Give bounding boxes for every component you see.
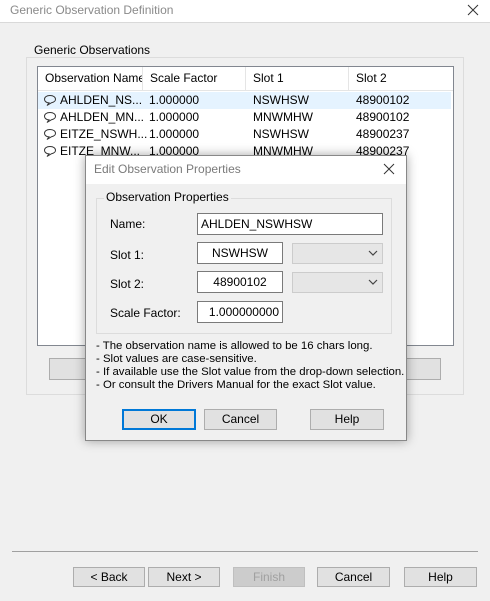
close-icon [467,4,479,16]
scale-factor-input[interactable]: 1.000000000 [197,301,283,323]
dialog-title: Edit Observation Properties [94,162,241,176]
cell-name: AHLDEN_NS... [60,93,143,107]
observation-icon [43,94,57,106]
back-button[interactable]: < Back [73,567,145,587]
dialog-cancel-button[interactable]: Cancel [204,409,277,430]
column-header-slot-1[interactable]: Slot 1 [246,67,349,90]
cell-slot1: NSWHSW [253,127,309,141]
footer-divider [12,551,478,552]
scale-factor-label: Scale Factor: [110,306,181,320]
slot1-input[interactable]: NSWHSW [197,242,283,264]
name-input[interactable]: AHLDEN_NSWHSW [197,213,383,235]
list-item[interactable]: EITZE_NSWH... 1.000000 NSWHSW 48900237 [38,126,451,143]
finish-button[interactable]: Finish [233,567,305,587]
properties-group-caption: Observation Properties [104,190,231,204]
slot2-dropdown[interactable] [292,272,383,293]
cancel-button[interactable]: Cancel [317,567,390,587]
list-header: Observation Name Scale Factor Slot 1 Slo… [38,67,453,91]
note-line: - The observation name is allowed to be … [96,340,373,352]
cell-slot2: 48900102 [356,110,410,124]
slot2-input[interactable]: 48900102 [197,271,283,293]
column-header-scale-factor[interactable]: Scale Factor [143,67,246,90]
observation-icon [43,128,57,140]
column-header-slot-2[interactable]: Slot 2 [349,67,453,90]
cell-slot2: 48900102 [356,93,410,107]
note-line: - Slot values are case-sensitive. [96,353,257,365]
observation-icon [43,111,57,123]
chevron-down-icon [368,279,378,285]
cell-slot1: MNWMHW [253,110,313,124]
help-button[interactable]: Help [404,567,477,587]
slot1-dropdown[interactable] [292,243,383,264]
cell-slot1: NSWHSW [253,93,309,107]
name-label: Name: [110,217,146,231]
column-header-observation-name[interactable]: Observation Name [38,67,143,90]
window-title: Generic Observation Definition [10,3,174,17]
list-item[interactable]: AHLDEN_MN... 1.000000 MNWMHW 48900102 [38,109,451,126]
cell-scale: 1.000000 [149,93,200,107]
window-close-button[interactable] [463,1,483,19]
dialog-help-button[interactable]: Help [310,409,384,430]
observation-icon [43,145,57,157]
slot2-label: Slot 2: [110,277,145,291]
close-icon [383,163,395,175]
next-button[interactable]: Next > [148,567,220,587]
chevron-down-icon [368,250,378,256]
list-item[interactable]: AHLDEN_NS... 1.000000 NSWHSW 48900102 [38,92,451,109]
cell-name: AHLDEN_MN... [60,110,145,124]
cell-scale: 1.000000 [149,127,200,141]
dialog-close-button[interactable] [379,160,399,178]
slot1-label: Slot 1: [110,248,145,262]
note-line: - Or consult the Drivers Manual for the … [96,379,376,391]
cell-scale: 1.000000 [149,110,200,124]
cell-slot2: 48900237 [356,127,410,141]
titlebar-divider [0,22,490,23]
group-caption: Generic Observations [32,43,153,57]
edit-observation-dialog: Edit Observation Properties Observation … [85,155,407,441]
ok-button[interactable]: OK [122,409,196,430]
cell-name: EITZE_NSWH... [60,127,148,141]
note-line: - If available use the Slot value from t… [96,366,405,378]
